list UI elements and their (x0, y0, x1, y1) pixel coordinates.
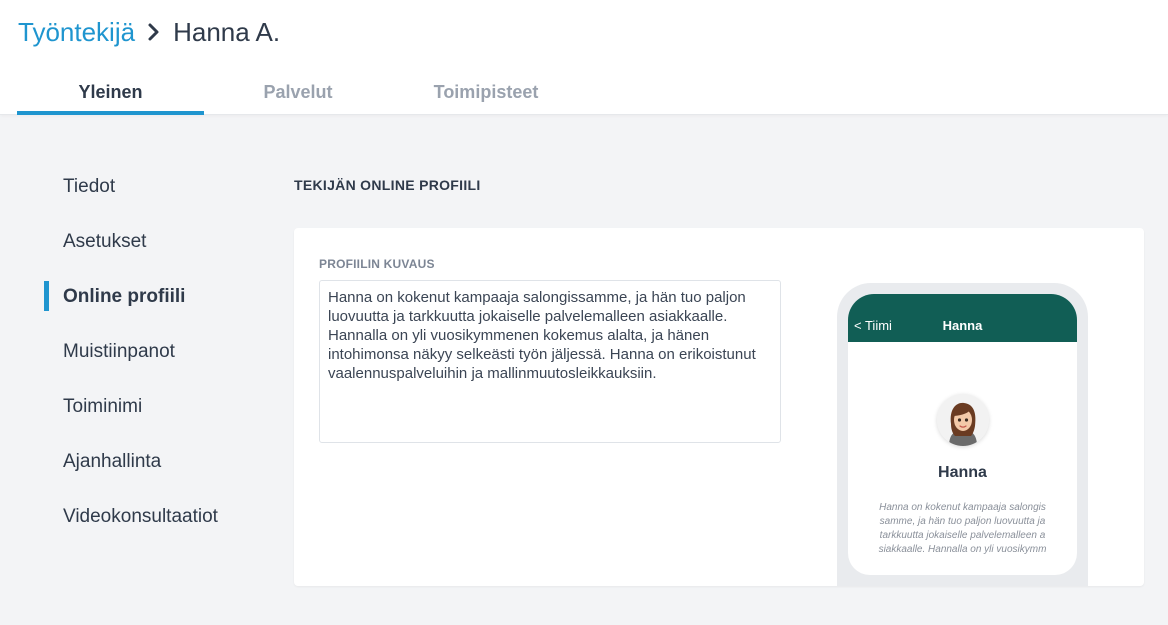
sidebar-item-label: Videokonsultaatiot (63, 505, 218, 527)
phone-header: < Tiimi Hanna (848, 294, 1077, 342)
section-title: TEKIJÄN ONLINE PROFIILI (294, 177, 481, 193)
sidebar-item-tiedot[interactable]: Tiedot (44, 159, 264, 214)
sidebar-item-label: Ajanhallinta (63, 450, 162, 472)
sidebar-item-online-profiili[interactable]: Online profiili (44, 269, 264, 324)
phone-screen: < Tiimi Hanna Hanna Hanna on kokenut kam… (848, 294, 1077, 575)
breadcrumb: Työntekijä Hanna A. (18, 16, 280, 48)
phone-header-title: Hanna (942, 318, 983, 333)
sidebar-item-videokonsultaatiot[interactable]: Videokonsultaatiot (44, 489, 264, 544)
phone-name: Hanna (938, 464, 987, 481)
chevron-right-icon (139, 17, 169, 47)
sidebar-item-label: Online profiili (63, 285, 186, 307)
sidebar-item-label: Muistiinpanot (63, 340, 175, 362)
top-header: Työntekijä Hanna A. Yleinen Palvelut Toi… (0, 0, 1168, 115)
sidebar-item-label: Asetukset (63, 230, 147, 252)
profile-description-textarea[interactable]: Hanna on kokenut kampaaja salongissamme,… (319, 280, 781, 443)
tab-bar: Yleinen Palvelut Toimipisteet (17, 70, 580, 115)
sidebar-item-muistiinpanot[interactable]: Muistiinpanot (44, 324, 264, 379)
breadcrumb-current: Hanna A. (173, 16, 281, 47)
tab-palvelut[interactable]: Palvelut (204, 70, 392, 115)
sidebar-item-toiminimi[interactable]: Toiminimi (44, 379, 264, 434)
active-indicator (44, 281, 49, 311)
phone-preview: < Tiimi Hanna Hanna Hanna on kokenut kam… (837, 283, 1088, 586)
breadcrumb-parent-link[interactable]: Työntekijä (18, 17, 135, 48)
sidebar-item-ajanhallinta[interactable]: Ajanhallinta (44, 434, 264, 489)
sidebar-item-label: Toiminimi (63, 395, 143, 417)
tab-yleinen[interactable]: Yleinen (17, 70, 204, 115)
sidebar-nav: Tiedot Asetukset Online profiili Muistii… (44, 159, 264, 544)
profile-card: PROFIILIN KUVAUS Hanna on kokenut kampaa… (294, 228, 1144, 586)
description-label: PROFIILIN KUVAUS (319, 257, 435, 271)
phone-description: Hanna on kokenut kampaaja salongis samme… (878, 502, 1047, 555)
sidebar-item-label: Tiedot (63, 175, 116, 197)
avatar (937, 394, 989, 446)
sidebar-item-asetukset[interactable]: Asetukset (44, 214, 264, 269)
tab-toimipisteet[interactable]: Toimipisteet (392, 70, 580, 115)
